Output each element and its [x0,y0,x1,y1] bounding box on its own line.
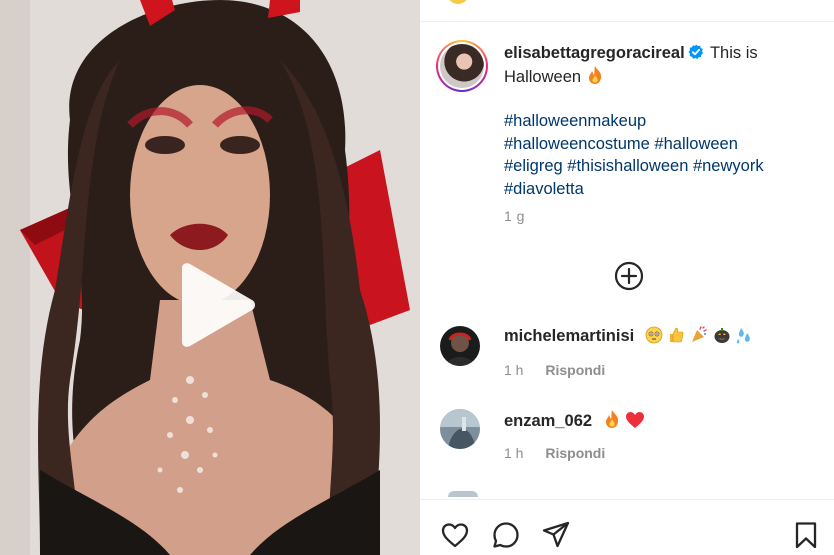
post-video[interactable] [0,0,420,555]
post-timestamp[interactable]: 1 g [504,208,525,224]
post-detail-panel: elisabettagregoracireal This is Hallowee… [420,0,834,555]
commenter-username[interactable]: michelemartinisi [504,327,634,345]
sweat-droplets-icon [737,328,751,344]
author-avatar[interactable] [436,40,488,92]
red-heart-icon [626,412,645,428]
load-more-comments-icon[interactable] [613,260,645,292]
hashtag-line[interactable]: #eligreg #thisishalloween #newyork [504,155,822,178]
hashtag-line[interactable]: #diavoletta [504,178,822,201]
comment-item: michelemartinisi 1 h Rispondi [440,326,820,386]
reply-button[interactable]: Rispondi [545,445,605,461]
hashtag-line[interactable]: #halloweencostume #halloween [504,133,822,156]
play-icon [182,263,255,347]
reply-button[interactable]: Rispondi [545,362,605,378]
play-button[interactable] [172,262,258,348]
hashtags: #halloweenmakeup #halloweencostume #hall… [504,110,822,200]
like-icon[interactable] [440,520,470,550]
share-icon[interactable] [541,520,571,550]
comment-meta: 1 h Rispondi [504,445,605,461]
comment-icon[interactable] [491,520,521,550]
commenter-avatar[interactable] [440,326,480,366]
commenter-avatar-partial [448,491,478,497]
verified-badge-icon [688,44,703,59]
save-icon[interactable] [791,520,821,550]
fire-icon [588,65,601,84]
comment-body: michelemartinisi [504,326,753,346]
comment-time[interactable]: 1 h [504,362,523,378]
jack-o-lantern-icon [714,328,730,343]
comment-item: enzam_062 1 h Rispondi [440,409,820,469]
commenter-username[interactable]: enzam_062 [504,412,592,430]
fire-icon [605,410,618,428]
comment-body: enzam_062 [504,409,645,431]
hashtag-line[interactable]: #halloweenmakeup [504,110,822,133]
action-bar [420,499,834,555]
commenter-avatar[interactable] [440,409,480,449]
comment-meta: 1 h Rispondi [504,362,605,378]
caption-text: elisabettagregoracireal This is Hallowee… [504,42,822,200]
flushed-face-icon [645,326,663,344]
thumbs-up-icon [670,327,684,343]
header-strip [420,0,834,22]
author-username[interactable]: elisabettagregoracireal [504,44,685,62]
comment-time[interactable]: 1 h [504,445,523,461]
story-ring-partial [447,0,469,4]
party-popper-icon [692,326,707,342]
